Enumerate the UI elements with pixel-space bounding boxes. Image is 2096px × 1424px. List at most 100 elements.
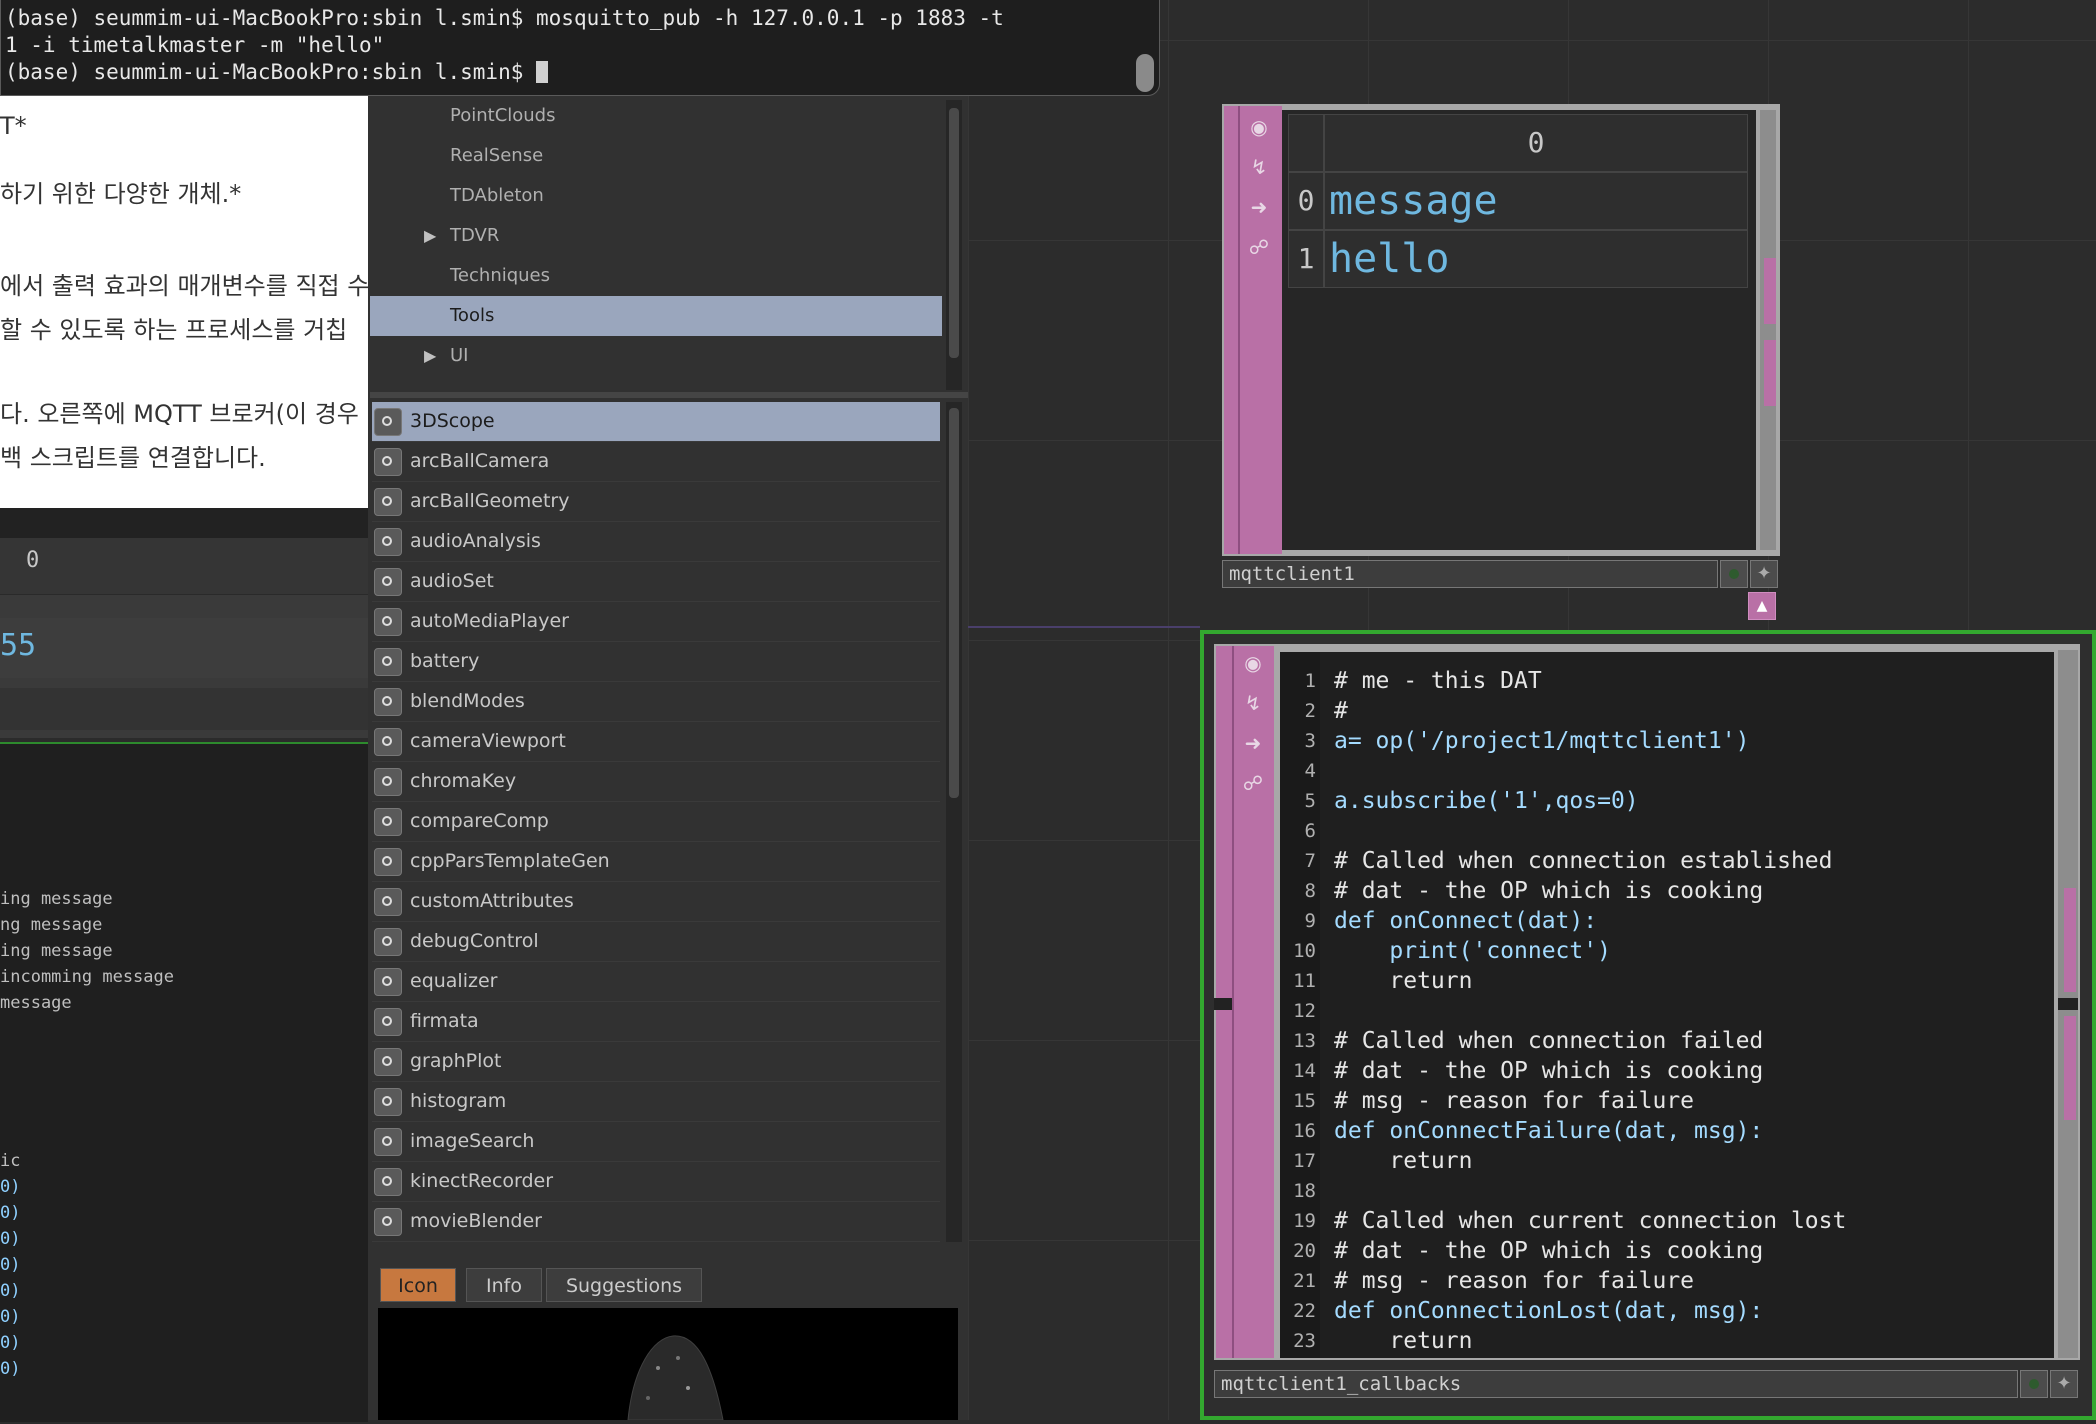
terminal-prompt[interactable]: (base) seummim-ui-MacBookPro:sbin l.smin…: [5, 60, 549, 84]
tab-icon[interactable]: Icon: [380, 1268, 456, 1302]
palette-category-tdableton[interactable]: TDAbleton: [370, 176, 942, 216]
expand-arrow-icon[interactable]: ▶: [424, 216, 436, 256]
input-connector[interactable]: [1214, 998, 1232, 1010]
category-scrollbar[interactable]: [946, 100, 962, 390]
palette-item[interactable]: audioAnalysis: [372, 522, 940, 562]
palette-item[interactable]: cppParsTemplateGen: [372, 842, 940, 882]
tab-info[interactable]: Info: [466, 1268, 542, 1302]
palette-category-tools[interactable]: Tools: [370, 296, 942, 336]
items-scrollbar[interactable]: [946, 402, 962, 1242]
table-cell: message: [1324, 172, 1748, 230]
output-connector[interactable]: [2064, 888, 2076, 992]
palette-item[interactable]: arcBallGeometry: [372, 482, 940, 522]
code-line: # Called when current connection lost: [1334, 1208, 1847, 1234]
code-line: # msg - reason for failure: [1334, 1268, 1695, 1294]
palette-item[interactable]: customAttributes: [372, 882, 940, 922]
component-icon: [374, 568, 402, 596]
lock-icon[interactable]: ☍: [1236, 766, 1270, 800]
viewer-toggle-icon[interactable]: ◉: [1236, 646, 1270, 680]
palette-category-pointclouds[interactable]: PointClouds: [370, 96, 942, 136]
terminal-scrollbar[interactable]: [1136, 54, 1154, 92]
cook-flag-icon[interactable]: ↯: [1242, 150, 1276, 184]
pin-icon[interactable]: ✦: [1750, 560, 1778, 588]
component-icon: [374, 648, 402, 676]
output-node-icon[interactable]: ▲: [1748, 592, 1776, 620]
log-line: ing message: [0, 889, 113, 909]
code-line: print('connect'): [1334, 938, 1611, 964]
palette-category-realsense[interactable]: RealSense: [370, 136, 942, 176]
operator-output-strip: [1760, 110, 1776, 550]
scrollbar-thumb[interactable]: [949, 108, 959, 358]
palette-item[interactable]: firmata: [372, 1002, 940, 1042]
output-connector[interactable]: [1764, 258, 1776, 324]
table-corner: [1288, 114, 1324, 172]
palette-item[interactable]: audioSet: [372, 562, 940, 602]
palette-item[interactable]: chromaKey: [372, 762, 940, 802]
tab-suggestions[interactable]: Suggestions: [546, 1268, 702, 1302]
bypass-arrow-icon[interactable]: ➜: [1236, 726, 1270, 760]
item-label: chromaKey: [410, 770, 517, 792]
component-icon: [374, 488, 402, 516]
line-number: 15: [1293, 1090, 1316, 1112]
operator-name-field[interactable]: mqttclient1_callbacks: [1214, 1370, 2018, 1398]
output-connector[interactable]: [2064, 1016, 2076, 1120]
line-number: 7: [1304, 850, 1316, 872]
palette-category-techniques[interactable]: Techniques: [370, 256, 942, 296]
viewer-toggle-icon[interactable]: ◉: [1242, 110, 1276, 144]
palette-item[interactable]: debugControl: [372, 922, 940, 962]
pin-icon[interactable]: ✦: [2050, 1370, 2078, 1398]
text-cursor: [536, 61, 549, 83]
output-connector[interactable]: [1764, 340, 1776, 406]
viewer-active-icon[interactable]: [2020, 1370, 2048, 1398]
palette-category-tdvr[interactable]: ▶ TDVR: [370, 216, 942, 256]
output-connector[interactable]: [2058, 998, 2078, 1010]
expand-arrow-icon[interactable]: ▶: [424, 336, 436, 376]
component-icon: [374, 928, 402, 956]
palette-item[interactable]: arcBallCamera: [372, 442, 940, 482]
table-cell: hello: [1324, 230, 1748, 288]
code-line: # dat - the OP which is cooking: [1334, 1238, 1764, 1264]
textport[interactable]: ing message ng message ing message incom…: [0, 742, 368, 1422]
lock-icon[interactable]: ☍: [1242, 230, 1276, 264]
line-number: 11: [1293, 970, 1316, 992]
palette-item[interactable]: autoMediaPlayer: [372, 602, 940, 642]
log-line: 0): [0, 1359, 21, 1379]
palette-item[interactable]: movieBlender: [372, 1202, 940, 1242]
cook-flag-icon[interactable]: ↯: [1236, 686, 1270, 720]
terminal-line: 1 -i timetalkmaster -m "hello": [5, 33, 385, 57]
palette-item[interactable]: kinectRecorder: [372, 1162, 940, 1202]
palette-item[interactable]: graphPlot: [372, 1042, 940, 1082]
palette-category-ui[interactable]: ▶ UI: [370, 336, 942, 376]
operator-name-field[interactable]: mqttclient1: [1222, 560, 1718, 588]
palette-item[interactable]: equalizer: [372, 962, 940, 1002]
item-label: audioSet: [410, 570, 494, 592]
category-label: RealSense: [450, 145, 544, 166]
line-number: 13: [1293, 1030, 1316, 1052]
palette-item[interactable]: imageSearch: [372, 1122, 940, 1162]
terminal-window[interactable]: (base) seummim-ui-MacBookPro:sbin l.smin…: [0, 0, 1160, 96]
code-line: # dat - the OP which is cooking: [1334, 1058, 1764, 1084]
terminal-line: (base) seummim-ui-MacBookPro:sbin l.smin…: [5, 6, 1017, 30]
doc-line: 에서 출력 효과의 매개변수를 직접 수: [0, 272, 368, 300]
column-header: 0: [26, 548, 40, 573]
scrollbar-thumb[interactable]: [949, 408, 959, 798]
component-icon: [374, 688, 402, 716]
item-label: 3DScope: [410, 410, 495, 432]
palette-splitter[interactable]: [370, 392, 968, 398]
operator-flags: ◉ ↯ ➜ ☍: [1238, 106, 1282, 554]
item-label: graphPlot: [410, 1050, 502, 1072]
line-number: 12: [1293, 1000, 1316, 1022]
palette-item[interactable]: blendModes: [372, 682, 940, 722]
palette-item[interactable]: compareComp: [372, 802, 940, 842]
palette-item[interactable]: cameraViewport: [372, 722, 940, 762]
palette-item[interactable]: battery: [372, 642, 940, 682]
palette-item[interactable]: histogram: [372, 1082, 940, 1122]
viewer-active-icon[interactable]: [1720, 560, 1748, 588]
doc-line: 다. 오른쪽에 MQTT 브로커(이 경우: [0, 400, 359, 428]
bypass-arrow-icon[interactable]: ➜: [1242, 190, 1276, 224]
code-line: #: [1334, 698, 1348, 724]
palette-item[interactable]: 3DScope: [372, 402, 940, 442]
component-icon: [374, 1008, 402, 1036]
item-label: cppParsTemplateGen: [410, 850, 610, 872]
operator-input-strip: [1224, 106, 1238, 554]
